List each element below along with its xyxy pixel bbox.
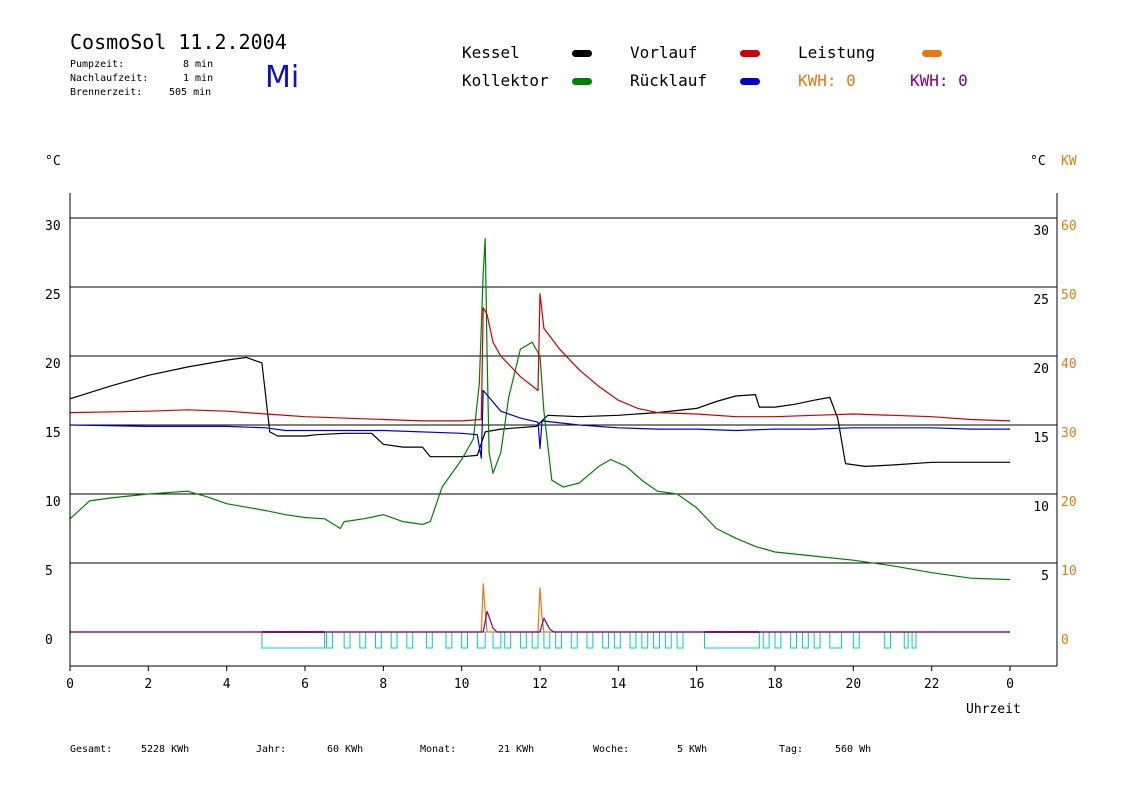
chart-plot: 0 2 4 6 8 10 12 14 16 18 20 22 0 0 5 10 15 20 25 30 5 10 15 20 2… — [45, 193, 1077, 692]
y-tick-label-left: 0 — [45, 633, 53, 648]
x-tick-label: 22 — [924, 677, 940, 692]
footer-gesamt-value: 5228 KWh — [141, 744, 190, 755]
y-tick-label-left: 25 — [45, 288, 61, 303]
pump-block — [531, 631, 539, 649]
pump-block — [492, 631, 502, 649]
pump-block — [519, 631, 527, 649]
x-tick-label: 12 — [532, 677, 548, 692]
y-tick-label-left: 15 — [45, 426, 61, 441]
pump-block — [813, 631, 821, 649]
pump-block — [261, 631, 326, 649]
y-tick-label-right-c: 20 — [1033, 362, 1049, 377]
y-tick-label-left: 30 — [45, 219, 61, 234]
x-tick-label: 8 — [379, 677, 387, 692]
series-line-kwh — [70, 610, 1010, 633]
x-tick-label: 10 — [454, 677, 470, 692]
y-tick-label-right-c: 25 — [1033, 293, 1049, 308]
pump-block — [790, 631, 798, 649]
y-tick-label-right-c: 10 — [1033, 500, 1049, 515]
pump-block — [762, 631, 770, 649]
x-tick-label: 18 — [767, 677, 783, 692]
y-tick-label-right-c: 30 — [1033, 224, 1049, 239]
pump-block — [801, 631, 809, 649]
pump-block — [543, 631, 551, 649]
y-tick-label-right-kw: 30 — [1061, 426, 1077, 441]
pump-block — [586, 631, 594, 649]
pump-block — [653, 631, 660, 649]
y-tick-label-left: 5 — [45, 564, 53, 579]
footer-monat-label: Monat: — [420, 744, 457, 755]
footer-monat-value: 21 KWh — [498, 744, 535, 755]
pump-block — [375, 631, 382, 649]
pump-block — [641, 631, 649, 649]
pump-block — [664, 631, 672, 649]
pump-block — [326, 631, 333, 649]
pump-block — [390, 631, 398, 649]
pump-block — [829, 631, 843, 649]
x-tick-label: 16 — [689, 677, 705, 692]
x-tick-label: 0 — [1006, 677, 1014, 692]
x-tick-label: 6 — [301, 677, 309, 692]
series-line-kessel — [69, 356, 1010, 467]
pump-block — [359, 631, 367, 649]
pump-block — [774, 631, 782, 649]
y-tick-label-left: 20 — [45, 357, 61, 372]
footer-tag-label: Tag: — [779, 744, 804, 755]
y-tick-label-right-kw: 50 — [1061, 288, 1077, 303]
footer-tag-value: 560 Wh — [835, 744, 872, 755]
series-line-r-cklauf — [69, 389, 1010, 459]
pump-block — [613, 631, 621, 649]
pump-block — [852, 631, 860, 649]
y-tick-label-right-kw: 20 — [1061, 495, 1077, 510]
pump-block — [602, 631, 610, 649]
y-tick-label-right-kw: 0 — [1061, 633, 1069, 648]
pump-block — [343, 631, 351, 649]
pump-block — [911, 631, 917, 649]
series-line-leistung — [70, 583, 1010, 633]
footer-jahr-label: Jahr: — [256, 744, 287, 755]
y-tick-label-right-kw: 40 — [1061, 357, 1077, 372]
pump-block — [476, 631, 486, 649]
pump-block — [884, 631, 892, 649]
pump-block — [629, 631, 637, 649]
pump-block — [425, 631, 433, 649]
y-tick-label-left: 10 — [45, 495, 61, 510]
pump-block — [445, 631, 453, 649]
x-tick-label: 20 — [846, 677, 862, 692]
x-tick-label: 14 — [611, 677, 627, 692]
footer-jahr-value: 60 KWh — [327, 744, 364, 755]
y-tick-label-right-kw: 10 — [1061, 564, 1077, 579]
x-tick-label: 2 — [144, 677, 152, 692]
y-tick-label-right-c: 5 — [1041, 569, 1049, 584]
pump-block — [676, 631, 684, 649]
series-line-kollektor — [69, 238, 1011, 581]
pump-block — [704, 631, 760, 649]
footer-woche-label: Woche: — [593, 744, 630, 755]
pump-block — [903, 631, 909, 649]
y-tick-label-right-c: 15 — [1033, 431, 1049, 446]
pump-block — [555, 631, 563, 649]
pump-block — [504, 631, 512, 649]
pump-block — [570, 631, 578, 649]
footer-woche-value: 5 KWh — [677, 744, 708, 755]
x-tick-label: 4 — [223, 677, 231, 692]
pump-block — [406, 631, 414, 649]
footer-gesamt-label: Gesamt: — [70, 744, 113, 755]
x-tick-label: 0 — [66, 677, 74, 692]
y-tick-label-right-kw: 60 — [1061, 219, 1077, 234]
pump-block — [461, 631, 469, 649]
